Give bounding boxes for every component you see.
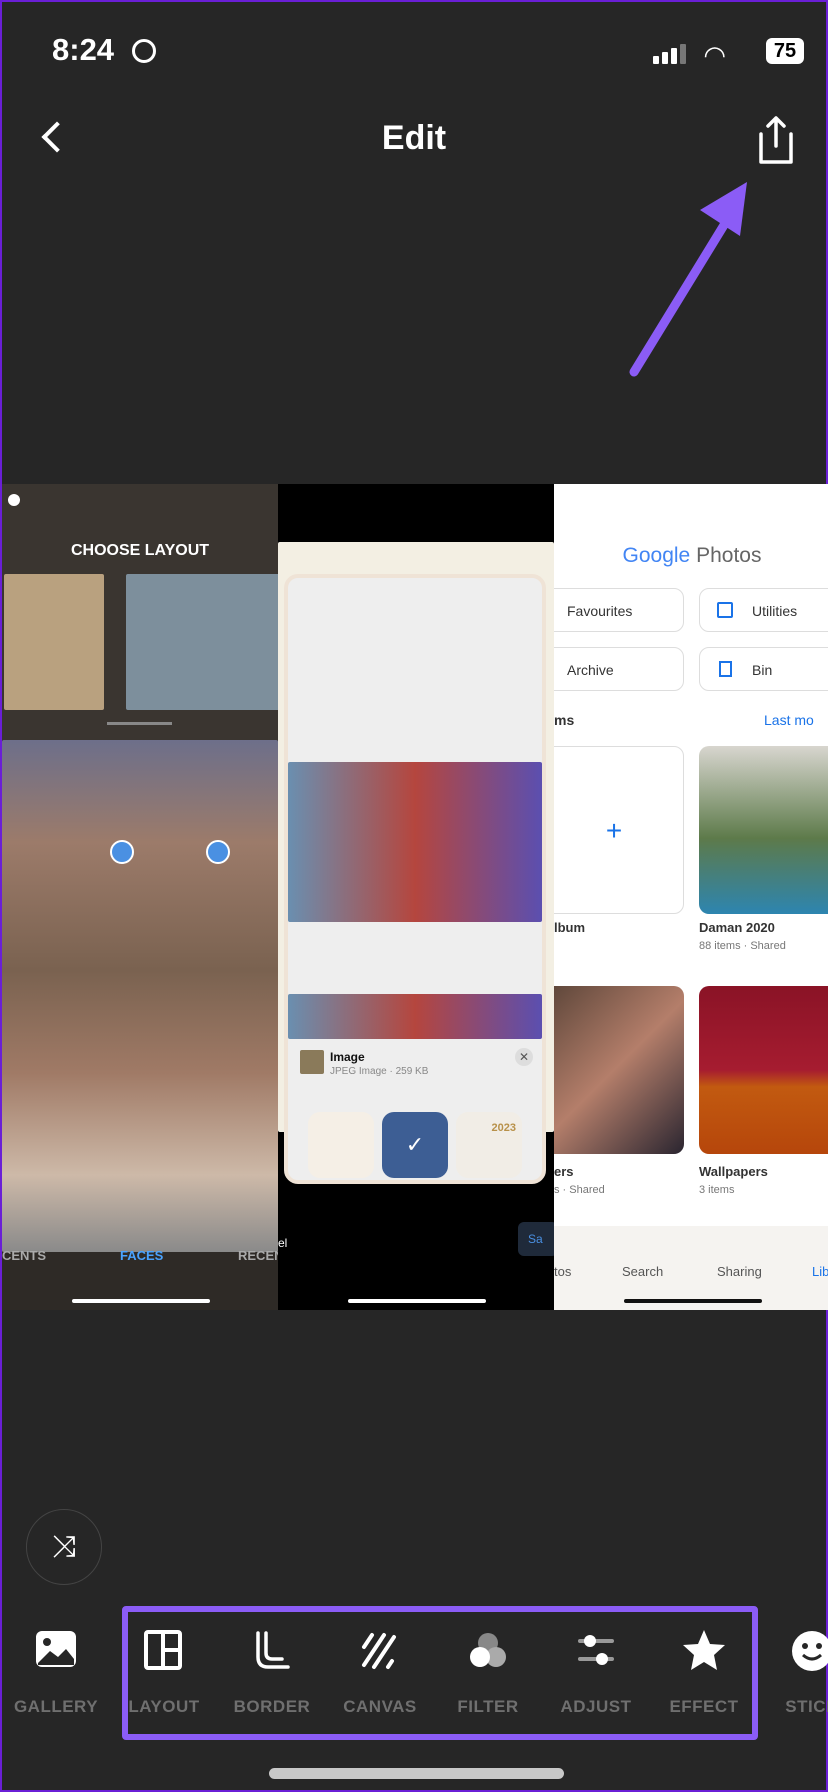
album-thumb[interactable] — [699, 746, 828, 914]
annotation-arrow — [629, 182, 747, 377]
album-meta: 3 items — [699, 1184, 735, 1196]
home-indicator — [269, 1768, 564, 1779]
file-name: Image — [330, 1050, 365, 1064]
tool-label: EFFECT — [669, 1697, 739, 1716]
tool-gallery[interactable]: GALLERY — [2, 1627, 110, 1717]
album-title: Daman 2020 — [699, 920, 775, 935]
shuffle-button[interactable]: ⤨ — [26, 1509, 102, 1585]
tab-search[interactable]: Search — [622, 1264, 663, 1279]
layout-screenshot-panel[interactable]: CHOOSE LAYOUT CENTS FACES RECEN — [2, 484, 278, 1310]
tool-filter[interactable]: FILTER — [434, 1627, 542, 1717]
tab-sharing[interactable]: Sharing — [717, 1264, 762, 1279]
border-icon — [256, 1631, 290, 1669]
album-title: lbum — [554, 920, 586, 935]
layout-icon — [144, 1630, 182, 1670]
smiley-icon — [792, 1631, 828, 1671]
tool-label: CANVAS — [343, 1697, 417, 1716]
tool-label: FILTER — [457, 1697, 519, 1716]
choose-layout-title: CHOOSE LAYOUT — [70, 542, 210, 559]
star-icon — [683, 1630, 725, 1670]
photos-logo: Photos — [696, 544, 762, 567]
save-button[interactable]: Sa — [518, 1222, 554, 1256]
tool-stick[interactable]: STICK — [758, 1627, 828, 1717]
album-title: Wallpapers — [699, 1164, 768, 1179]
selected-check-icon[interactable]: ✓ — [382, 1112, 448, 1178]
album-thumb[interactable] — [699, 986, 828, 1154]
globe-icon — [132, 39, 156, 63]
sliders-icon — [578, 1635, 614, 1665]
signal-icon — [653, 44, 686, 64]
page-title: Edit — [381, 119, 447, 157]
tab-photos[interactable]: tos — [554, 1264, 571, 1279]
tool-label: GALLERY — [13, 1697, 99, 1716]
tab-recent[interactable]: RECEN — [238, 1248, 278, 1263]
wifi-icon: ◠ — [703, 40, 726, 70]
utilities-icon — [717, 602, 733, 618]
card-favourites[interactable]: Favourites — [554, 588, 684, 632]
google-logo: Google — [622, 544, 691, 567]
sort-button[interactable]: Last mo — [764, 712, 814, 728]
card-archive[interactable]: Archive — [554, 647, 684, 691]
tool-canvas[interactable]: CANVAS — [326, 1627, 434, 1717]
bin-icon — [719, 661, 732, 677]
cancel-button[interactable]: el — [278, 1236, 287, 1250]
section-title: ms — [554, 712, 575, 728]
album-title: ers — [554, 1164, 574, 1179]
tab-recents[interactable]: CENTS — [2, 1248, 46, 1263]
share-sheet-screenshot-panel[interactable]: Image JPEG Image · 259 KB ✕ ✓ 2023 el Sa — [278, 484, 554, 1310]
tool-label: BORDER — [233, 1697, 311, 1716]
share-button[interactable] — [756, 114, 796, 166]
image-icon — [36, 1631, 76, 1667]
tool-adjust[interactable]: ADJUST — [542, 1627, 650, 1717]
album-meta: s · Shared — [554, 1184, 605, 1196]
tool-effect[interactable]: EFFECT — [650, 1627, 758, 1717]
watch-face-2023[interactable]: 2023 — [456, 1112, 522, 1178]
tool-border[interactable]: BORDER — [218, 1627, 326, 1717]
album-meta: 88 items · Shared — [699, 940, 786, 952]
tool-label: ADJUST — [560, 1697, 632, 1716]
tab-faces[interactable]: FACES — [120, 1248, 163, 1263]
tool-label: LAYOUT — [128, 1697, 200, 1716]
tab-library[interactable]: Lib — [812, 1264, 828, 1279]
google-photos-screenshot-panel[interactable]: Google Photos Favourites Utilities Archi… — [554, 484, 828, 1310]
new-album-button[interactable]: + — [554, 746, 684, 914]
tool-layout[interactable]: LAYOUT — [110, 1627, 218, 1717]
status-time: 8:24 — [52, 32, 115, 67]
tool-label: STICK — [785, 1697, 828, 1716]
file-meta: JPEG Image · 259 KB — [330, 1066, 429, 1077]
battery-indicator: 75 — [766, 38, 804, 64]
filter-icon — [470, 1633, 506, 1667]
close-icon[interactable]: ✕ — [515, 1048, 533, 1066]
album-thumb[interactable] — [554, 986, 684, 1154]
canvas-icon — [362, 1633, 396, 1669]
